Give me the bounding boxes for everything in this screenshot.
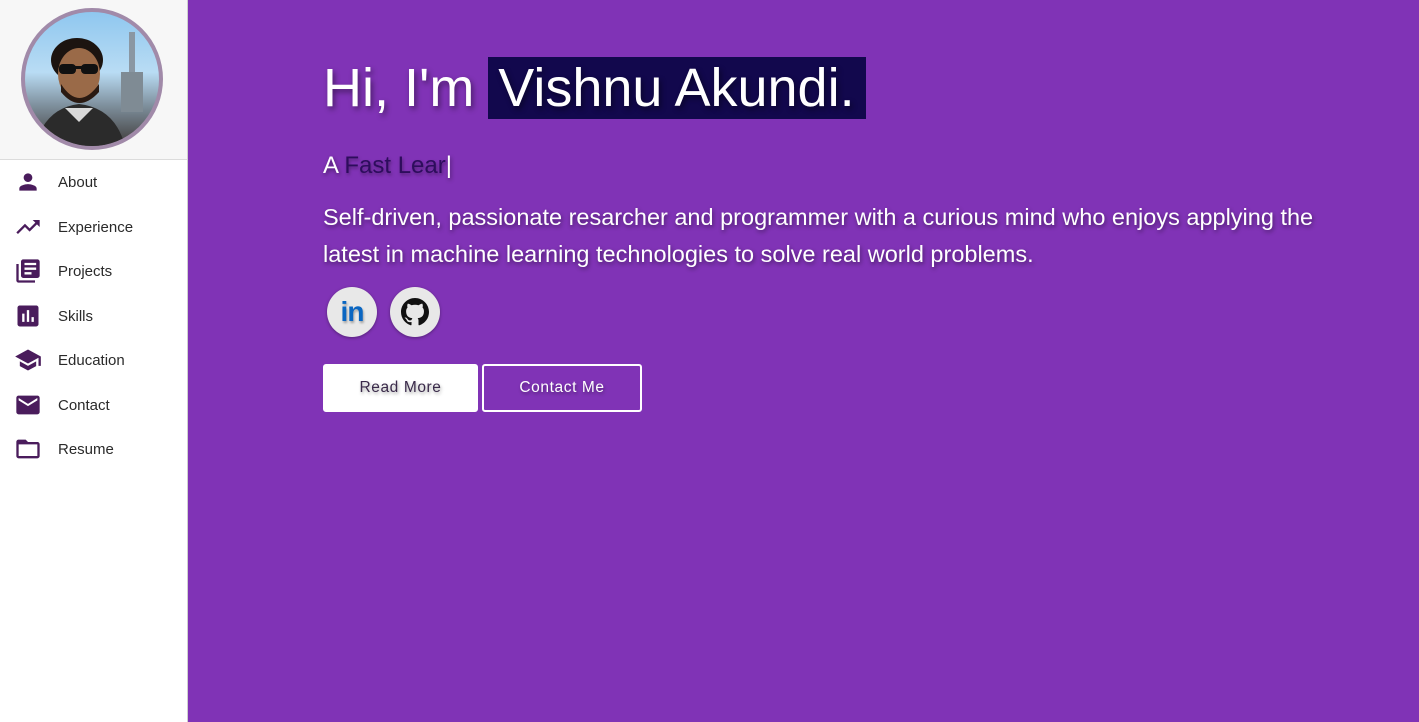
hero-section: Hi, I'm Vishnu Akundi. A Fast Lear| Self… — [188, 0, 1419, 722]
bar-chart-icon — [14, 302, 42, 330]
typed-prefix: A — [323, 152, 338, 179]
bio-text: Self-driven, passionate resarcher and pr… — [323, 204, 1314, 267]
sidebar-item-education[interactable]: Education — [0, 340, 187, 380]
typed-role-line: A Fast Lear| — [323, 152, 452, 180]
hero-headline: Hi, I'm Vishnu Akundi. — [323, 57, 866, 119]
sidebar-item-label: Experience — [58, 218, 134, 236]
sidebar-item-experience[interactable]: Experience — [0, 207, 187, 247]
sidebar-item-skills[interactable]: Skills — [0, 296, 187, 336]
sidebar-item-contact[interactable]: Contact — [0, 385, 187, 425]
sidebar-item-label: About — [58, 173, 98, 191]
typing-cursor: | — [445, 152, 452, 179]
page: About Experience Projects Skills Educati… — [0, 0, 1419, 722]
library-books-icon — [14, 257, 42, 285]
folder-icon — [14, 435, 42, 463]
mail-icon — [14, 391, 42, 419]
github-button[interactable] — [390, 287, 440, 337]
github-icon — [401, 298, 429, 326]
sidebar-item-label: Education — [58, 351, 125, 369]
contact-me-button[interactable]: Contact Me — [482, 364, 642, 412]
sidebar-item-label: Projects — [58, 262, 113, 280]
linkedin-icon: in — [340, 296, 365, 327]
sidebar: About Experience Projects Skills Educati… — [0, 0, 188, 722]
avatar-header — [0, 0, 187, 160]
greeting-text: Hi, I'm — [323, 58, 475, 118]
sidebar-item-label: Skills — [58, 307, 94, 325]
profile-photo — [35, 32, 143, 146]
sidebar-item-about[interactable]: About — [0, 162, 187, 202]
typed-role: Fast Lear — [344, 152, 446, 179]
sidebar-item-projects[interactable]: Projects — [0, 251, 187, 291]
person-icon — [14, 168, 42, 196]
name-highlight: Vishnu Akundi. — [488, 57, 866, 119]
sidebar-item-label: Contact — [58, 396, 110, 414]
sidebar-item-label: Resume — [58, 440, 114, 458]
read-more-button[interactable]: Read More — [323, 364, 478, 412]
sidebar-item-resume[interactable]: Resume — [0, 429, 187, 469]
school-icon — [14, 346, 42, 374]
trending-up-icon — [14, 213, 42, 241]
linkedin-button[interactable]: in — [327, 287, 377, 337]
avatar — [21, 8, 163, 150]
